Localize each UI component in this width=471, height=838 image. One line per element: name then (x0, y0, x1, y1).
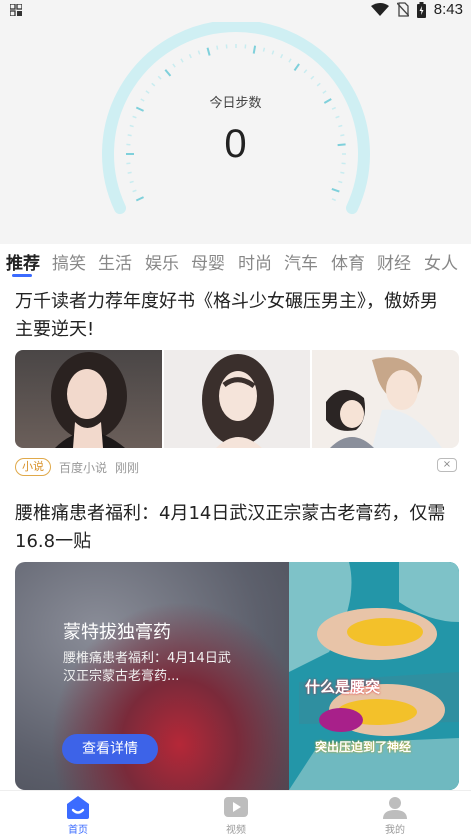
home-icon (67, 796, 89, 819)
gauge-tick (252, 45, 257, 54)
article-title[interactable]: 万千读者力荐年度好书《格斗少女碾压男主》，傲娇男主要逆天! (15, 288, 455, 344)
ad-article-title[interactable]: 腰椎痛患者福利：4月14日武汉正宗蒙古老膏药，仅需16.8一贴 (15, 500, 455, 556)
gauge-tick (132, 189, 137, 193)
tab-women[interactable]: 女人 (424, 249, 458, 274)
gauge-tick (164, 69, 172, 77)
tab-life[interactable]: 生活 (98, 249, 132, 274)
bottom-nav: 首页 视频 我的 (0, 790, 471, 838)
gauge-tick (197, 50, 201, 55)
gauge-tick (262, 47, 266, 52)
gauge-tick (135, 196, 144, 202)
gauge-tick (310, 75, 315, 80)
tab-finance[interactable]: 财经 (377, 249, 411, 274)
dismiss-icon[interactable]: × (437, 458, 457, 472)
nav-home-label: 首页 (68, 825, 88, 836)
gauge-tick (129, 180, 134, 184)
gauge-tick (331, 187, 340, 193)
gauge-tick (151, 82, 156, 87)
tab-auto[interactable]: 汽车 (284, 249, 318, 274)
article-image (15, 350, 162, 448)
ad-overlay-text: 突出压迫到了神经 (315, 740, 412, 754)
gauge-tick (180, 58, 184, 63)
article-source: 百度小说 (59, 460, 108, 475)
gauge-tick (331, 198, 337, 202)
step-counter-card[interactable]: 今日步数 0 (0, 22, 471, 244)
battery-icon (416, 1, 426, 18)
ad-spine-image: 什么是腰突 突出压迫到了神经 (289, 562, 459, 790)
profile-icon (383, 797, 407, 819)
gauge-tick (338, 180, 343, 184)
article-time: 刚刚 (115, 460, 140, 475)
gauge-tick (335, 115, 340, 119)
article-image-strip[interactable] (15, 350, 459, 448)
wifi-icon (370, 2, 389, 16)
nav-video-label: 视频 (226, 825, 246, 836)
ad-overlay-text: 什么是腰突 (305, 678, 381, 696)
article-image (312, 350, 459, 448)
nav-video[interactable]: 视频 (206, 795, 266, 836)
gauge-tick (280, 53, 284, 59)
ad-description: 腰椎痛患者福利：4月14日武汉正宗蒙古老膏药... (63, 651, 231, 684)
tab-funny[interactable]: 搞笑 (52, 249, 86, 274)
gauge-tick (271, 50, 275, 55)
gauge-tick (340, 171, 345, 174)
tab-fashion[interactable]: 时尚 (238, 249, 272, 274)
clock: 8:43 (433, 1, 463, 18)
gauge-tick (316, 82, 321, 87)
tab-sports[interactable]: 体育 (331, 249, 365, 274)
ad-background: 蒙特拔独膏药 腰椎痛患者福利：4月14日武汉正宗蒙古老膏药... 查看详情 (15, 562, 289, 790)
article-image (163, 350, 311, 448)
gauge-tick (216, 45, 219, 50)
tab-mother-baby[interactable]: 母婴 (191, 249, 225, 274)
ad-title: 蒙特拔独膏药 (63, 622, 171, 643)
ad-banner[interactable]: 蒙特拔独膏药 腰椎痛患者福利：4月14日武汉正宗蒙古老膏药... 查看详情 什么… (15, 562, 459, 790)
nav-profile-label: 我的 (385, 825, 405, 836)
no-sim-icon (396, 2, 409, 17)
category-tabs: 推荐 搞笑 生活 娱乐 母婴 时尚 汽车 体育 财经 女人 (0, 244, 471, 280)
notification-grid-icon (10, 4, 22, 16)
category-tag: 小说 (15, 458, 51, 476)
gauge-tick (288, 58, 292, 63)
step-label: 今日步数 (209, 96, 262, 111)
gauge-tick (132, 115, 137, 119)
article-meta: 小说 百度小说 刚刚 × (15, 457, 459, 477)
gauge-tick (172, 63, 176, 68)
status-bar: 8:43 (0, 0, 471, 22)
video-play-icon (224, 797, 248, 817)
gauge-tick (293, 63, 300, 72)
nav-home[interactable]: 首页 (48, 795, 108, 836)
gauge-tick (127, 171, 132, 174)
gauge-tick (206, 47, 211, 56)
gauge-tick (157, 75, 162, 80)
tab-recommend[interactable]: 推荐 (6, 249, 40, 274)
tab-entertainment[interactable]: 娱乐 (145, 249, 179, 274)
active-tab-indicator (12, 274, 32, 277)
gauge-tick (303, 69, 308, 74)
gauge-ring (102, 22, 370, 215)
gauge-tick (188, 53, 192, 59)
nav-profile[interactable]: 我的 (365, 795, 425, 836)
view-details-button[interactable]: 查看详情 (62, 734, 158, 764)
step-count: 0 (224, 122, 247, 166)
